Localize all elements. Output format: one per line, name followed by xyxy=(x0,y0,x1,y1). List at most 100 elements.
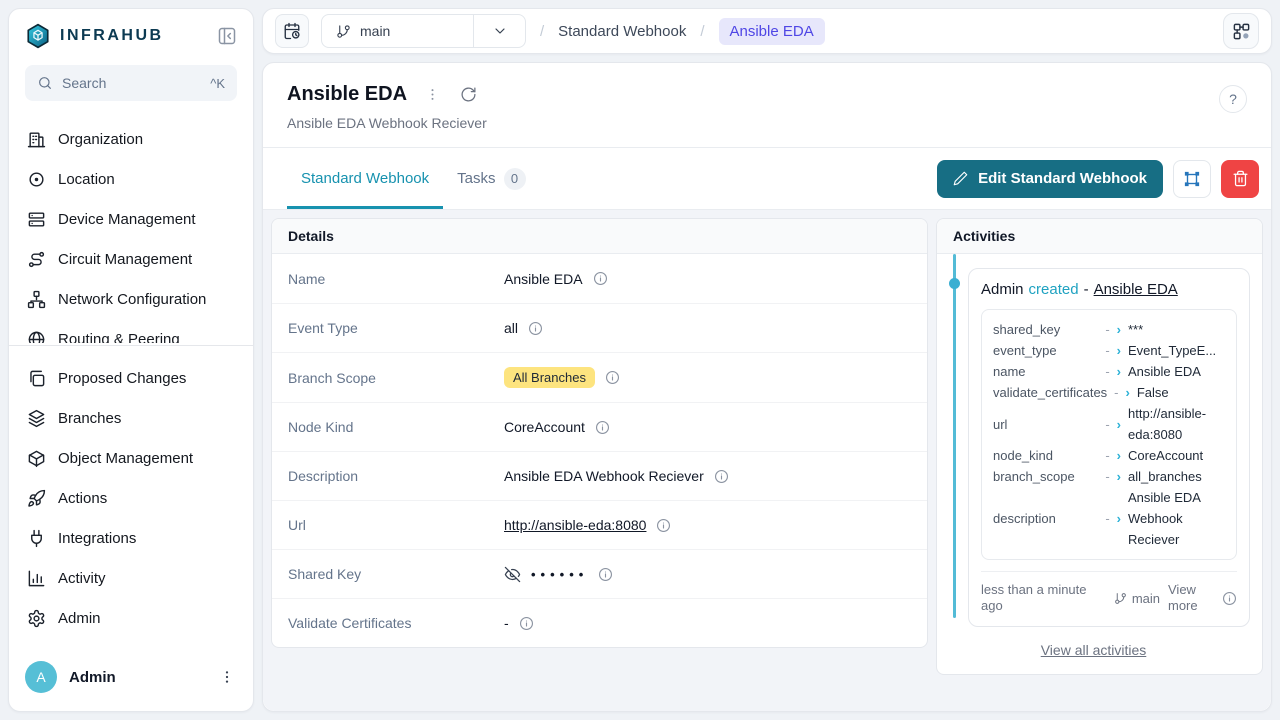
git-branch-icon xyxy=(1114,592,1127,605)
cube-icon xyxy=(27,449,46,468)
prop-row-validate-certificates: validate_certificates - › False xyxy=(993,382,1225,403)
info-icon[interactable] xyxy=(656,518,671,533)
info-icon[interactable] xyxy=(1222,591,1237,606)
activities-title: Activities xyxy=(937,219,1262,254)
delete-button[interactable] xyxy=(1221,160,1259,198)
trash-icon xyxy=(1232,170,1249,187)
activities-panel: Activities Admin created - Ansible EDA xyxy=(936,218,1263,675)
details-title: Details xyxy=(272,219,927,254)
activity-properties: shared_key - › *** event_type - › Event_ xyxy=(981,309,1237,560)
location-icon xyxy=(27,170,46,189)
prop-row-branch-scope: branch_scope - › all_branches xyxy=(993,466,1225,487)
chevron-down-icon[interactable] xyxy=(473,15,525,47)
eye-off-icon[interactable] xyxy=(504,566,521,583)
avatar: A xyxy=(25,661,57,693)
breadcrumb-object[interactable]: Ansible EDA xyxy=(719,18,825,45)
activity-target-link[interactable]: Ansible EDA xyxy=(1094,281,1178,298)
layers-icon xyxy=(27,409,46,428)
activity-author: Admin xyxy=(981,281,1024,298)
help-button[interactable]: ? xyxy=(1219,85,1247,113)
infrahub-logo-icon xyxy=(25,23,51,49)
prop-row-shared-key: shared_key - › *** xyxy=(993,319,1225,340)
chevron-right-icon: › xyxy=(1117,445,1121,466)
activity-timestamp: less than a minute ago xyxy=(981,582,1106,614)
chevron-right-icon: › xyxy=(1117,508,1121,529)
sidebar-item-routing-peering[interactable]: Routing & Peering xyxy=(17,319,245,343)
building-icon xyxy=(27,130,46,149)
detail-row-validate-certificates: Validate Certificates - xyxy=(272,598,927,647)
timeline-line xyxy=(953,254,956,618)
calendar-clock-icon xyxy=(283,22,301,40)
sidebar-item-organization[interactable]: Organization xyxy=(17,119,245,159)
user-menu-button[interactable] xyxy=(217,667,237,687)
branch-name: main xyxy=(360,23,390,39)
search-shortcut: ^K xyxy=(210,76,225,91)
sidebar-item-activity[interactable]: Activity xyxy=(17,558,245,598)
activity-branch: main xyxy=(1114,591,1160,606)
git-branch-icon xyxy=(336,24,351,39)
info-icon[interactable] xyxy=(593,271,608,286)
main-column: main / Standard Webhook / Ansible EDA An… xyxy=(262,8,1272,712)
network-icon xyxy=(27,290,46,309)
sidebar-item-network-configuration[interactable]: Network Configuration xyxy=(17,279,245,319)
search-placeholder: Search xyxy=(62,75,201,91)
sidebar: INFRAHUB Search ^K Organization xyxy=(8,8,254,712)
branch-scope-badge: All Branches xyxy=(504,367,595,388)
manage-metadata-button[interactable] xyxy=(1173,160,1211,198)
tab-bar: Standard Webhook Tasks 0 Edit Standard W… xyxy=(263,148,1271,210)
breadcrumb-separator: / xyxy=(700,23,704,40)
chevron-right-icon: › xyxy=(1126,382,1130,403)
sidebar-collapse-button[interactable] xyxy=(215,24,239,48)
sidebar-item-object-management[interactable]: Object Management xyxy=(17,438,245,478)
sidebar-item-actions[interactable]: Actions xyxy=(17,478,245,518)
sidebar-item-circuit-management[interactable]: Circuit Management xyxy=(17,239,245,279)
sidebar-item-branches[interactable]: Branches xyxy=(17,398,245,438)
tab-tasks[interactable]: Tasks 0 xyxy=(443,148,539,209)
info-icon[interactable] xyxy=(595,420,610,435)
chevron-right-icon: › xyxy=(1117,340,1121,361)
title-menu-button[interactable] xyxy=(423,85,442,104)
edit-standard-webhook-button[interactable]: Edit Standard Webhook xyxy=(937,160,1163,198)
workflow-icon xyxy=(1232,22,1251,41)
globe-icon xyxy=(27,330,46,344)
breadcrumb-separator: / xyxy=(540,23,544,40)
timeline-dot xyxy=(949,278,960,289)
info-icon[interactable] xyxy=(519,616,534,631)
prop-row-event-type: event_type - › Event_TypeE... xyxy=(993,340,1225,361)
tasks-count-badge: 0 xyxy=(504,168,526,190)
detail-row-node-kind: Node Kind CoreAccount xyxy=(272,402,927,451)
chevron-right-icon: › xyxy=(1117,361,1121,382)
sidebar-item-proposed-changes[interactable]: Proposed Changes xyxy=(17,358,245,398)
time-travel-button[interactable] xyxy=(275,14,309,48)
branch-selector[interactable]: main xyxy=(321,14,526,48)
main-card: Ansible EDA Ansible EDA Webhook Reciever… xyxy=(262,62,1272,712)
view-more-link[interactable]: View more xyxy=(1168,582,1214,614)
refresh-button[interactable] xyxy=(458,84,479,105)
activity-action: created xyxy=(1029,281,1079,298)
brand: INFRAHUB xyxy=(25,23,164,49)
detail-row-url: Url http://ansible-eda:8080 xyxy=(272,500,927,549)
details-panel: Details Name Ansible EDA Event Type all xyxy=(271,218,928,648)
detail-row-name: Name Ansible EDA xyxy=(272,254,927,303)
info-icon[interactable] xyxy=(605,370,620,385)
info-icon[interactable] xyxy=(598,567,613,582)
circuit-icon xyxy=(27,250,46,269)
info-icon[interactable] xyxy=(528,321,543,336)
schema-visualizer-button[interactable] xyxy=(1223,13,1259,49)
info-icon[interactable] xyxy=(714,469,729,484)
page-title: Ansible EDA xyxy=(287,83,407,106)
sidebar-item-admin[interactable]: Admin xyxy=(17,598,245,638)
rocket-icon xyxy=(27,489,46,508)
prop-row-name: name - › Ansible EDA xyxy=(993,361,1225,382)
url-link[interactable]: http://ansible-eda:8080 xyxy=(504,517,646,533)
sidebar-item-location[interactable]: Location xyxy=(17,159,245,199)
sidebar-user: A Admin xyxy=(9,647,253,711)
app-root: INFRAHUB Search ^K Organization xyxy=(0,0,1280,720)
sidebar-item-device-management[interactable]: Device Management xyxy=(17,199,245,239)
breadcrumb-schema: Standard Webhook xyxy=(558,23,686,40)
search-input[interactable]: Search ^K xyxy=(25,65,237,101)
tab-standard-webhook[interactable]: Standard Webhook xyxy=(287,148,443,209)
sidebar-item-integrations[interactable]: Integrations xyxy=(17,518,245,558)
view-all-activities-link[interactable]: View all activities xyxy=(1041,642,1147,658)
detail-row-shared-key: Shared Key •••••• xyxy=(272,549,927,598)
